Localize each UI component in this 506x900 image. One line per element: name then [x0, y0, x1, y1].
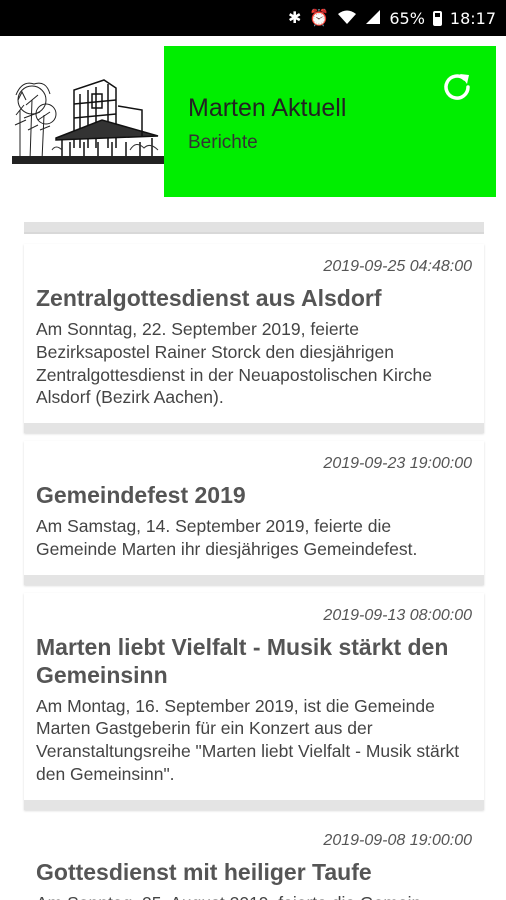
- article-title: Marten liebt Vielfalt - Musik stärkt den…: [36, 633, 449, 688]
- article-title: Gottesdienst mit heiliger Taufe: [36, 858, 372, 885]
- article-card[interactable]: 2019-09-13 08:00:00 Marten liebt Vielfal…: [24, 592, 484, 810]
- article-date: 2019-09-08 19:00:00: [323, 831, 472, 849]
- article-card[interactable]: 2019-09-08 19:00:00 Gottesdienst mit hei…: [24, 817, 484, 900]
- status-bar: ✱ ⏰ 65% 18:17: [0, 0, 506, 36]
- article-card[interactable]: 2019-09-23 19:00:00 Gemeindefest 2019 Am…: [24, 441, 484, 585]
- section-subtitle: Berichte: [188, 132, 258, 153]
- list-top-divider: [24, 222, 484, 234]
- alarm-icon: ⏰: [309, 8, 330, 27]
- signal-icon: [365, 9, 381, 28]
- article-teaser: Am Sonntag, 22. September 2019, feierte …: [36, 319, 432, 408]
- article-list: 2019-09-25 04:48:00 Zentralgottesdienst …: [24, 222, 484, 900]
- article-teaser: Am Samstag, 14. September 2019, feierte …: [36, 516, 418, 559]
- refresh-icon[interactable]: [440, 70, 474, 104]
- article-teaser: Am Montag, 16. September 2019, ist die G…: [36, 695, 460, 784]
- article-title: Gemeindefest 2019: [36, 482, 246, 509]
- battery-percent: 65%: [389, 8, 425, 28]
- article-card[interactable]: 2019-09-25 04:48:00 Zentralgottesdienst …: [24, 244, 484, 434]
- article-teaser: Am Sonntag, 25. August 2019, feierte die…: [36, 892, 472, 900]
- article-date: 2019-09-13 08:00:00: [323, 606, 472, 624]
- wifi-icon: [337, 9, 357, 28]
- app-title: Marten Aktuell: [188, 94, 347, 122]
- battery-icon: [432, 10, 442, 26]
- bluetooth-icon: ✱: [288, 8, 302, 27]
- church-drawing-logo: [12, 70, 164, 166]
- app-header: Marten Aktuell Berichte: [164, 46, 496, 197]
- article-date: 2019-09-23 19:00:00: [323, 455, 472, 473]
- article-title: Zentralgottesdienst aus Alsdorf: [36, 285, 382, 311]
- article-date: 2019-09-25 04:48:00: [323, 258, 472, 275]
- clock: 18:17: [449, 8, 496, 28]
